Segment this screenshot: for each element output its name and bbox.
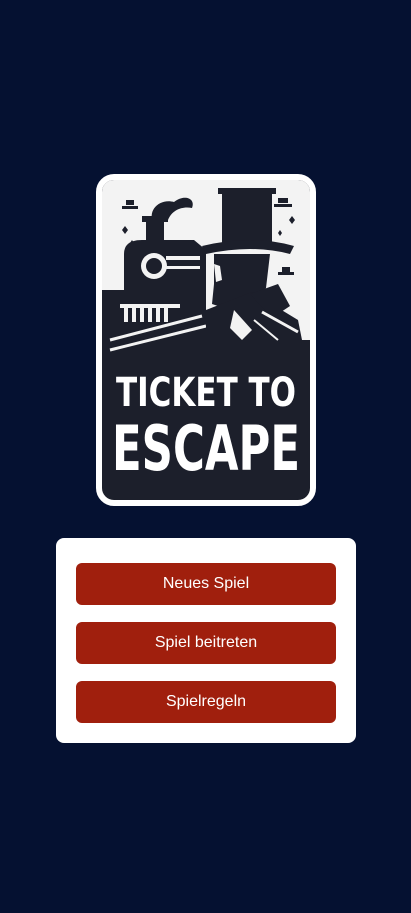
logo-title-line-1: TICKET TO [116,370,296,416]
ticket-to-escape-logo: TICKET TO ESCAPE [96,174,316,506]
main-menu-panel: Neues Spiel Spiel beitreten Spielregeln [56,538,356,743]
logo-artwork: TICKET TO ESCAPE [102,180,310,485]
new-game-button[interactable]: Neues Spiel [76,563,336,605]
game-rules-button[interactable]: Spielregeln [76,681,336,723]
start-screen: { "logo": { "line1": "TICKET TO", "line2… [0,0,411,913]
logo-title-line-2: ESCAPE [112,412,300,485]
join-game-button[interactable]: Spiel beitreten [76,622,336,664]
